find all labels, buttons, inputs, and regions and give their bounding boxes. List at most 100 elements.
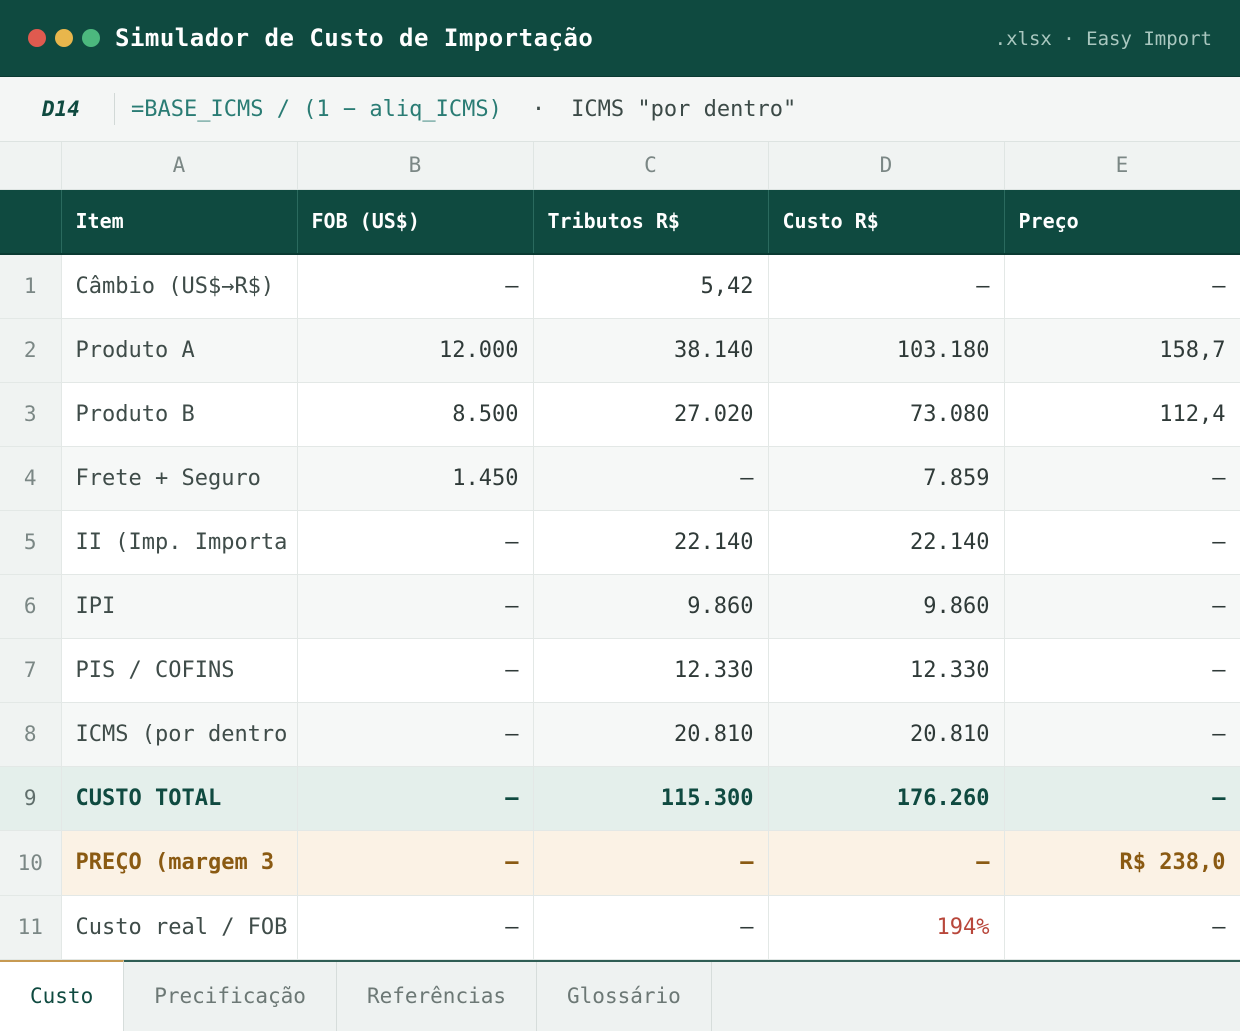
cell[interactable]: PREÇO (margem 3 xyxy=(61,830,298,896)
window-controls xyxy=(28,29,100,47)
cell[interactable]: 9.860 xyxy=(768,574,1005,639)
row-number[interactable]: 6 xyxy=(0,574,62,639)
row-number[interactable]: 1 xyxy=(0,254,62,319)
cell[interactable]: — xyxy=(1004,895,1240,960)
cell[interactable]: — xyxy=(297,638,534,703)
formula-bar: D14 =BASE_ICMS / (1 − aliq_ICMS) · ICMS … xyxy=(0,77,1240,142)
cell[interactable]: Custo real / FOB xyxy=(61,895,298,960)
close-window-button[interactable] xyxy=(28,29,46,47)
cell[interactable]: 112,4 xyxy=(1004,382,1240,447)
cell[interactable]: 27.020 xyxy=(533,382,769,447)
cell[interactable]: 22.140 xyxy=(533,510,769,575)
cell[interactable]: 7.859 xyxy=(768,446,1005,511)
column-header-c[interactable]: C xyxy=(533,142,769,190)
cell[interactable]: 8.500 xyxy=(297,382,534,447)
cell[interactable]: — xyxy=(768,830,1005,896)
cell[interactable]: — xyxy=(297,510,534,575)
cell[interactable]: 115.300 xyxy=(533,766,769,831)
cell[interactable]: 103.180 xyxy=(768,318,1005,383)
column-header-b[interactable]: B xyxy=(297,142,534,190)
cell[interactable]: 20.810 xyxy=(768,702,1005,767)
cell[interactable]: Produto B xyxy=(61,382,298,447)
cell[interactable]: — xyxy=(533,895,769,960)
cell[interactable]: CUSTO TOTAL xyxy=(61,766,298,831)
formula-note: ICMS "por dentro" xyxy=(571,96,797,122)
cell[interactable]: — xyxy=(533,830,769,896)
cell[interactable]: 1.450 xyxy=(297,446,534,511)
row-number[interactable]: 10 xyxy=(0,830,62,896)
cell[interactable]: II (Imp. Importa xyxy=(61,510,298,575)
cell[interactable]: — xyxy=(1004,638,1240,703)
cell[interactable]: Frete + Seguro xyxy=(61,446,298,511)
cell[interactable]: — xyxy=(533,446,769,511)
cell[interactable]: — xyxy=(1004,510,1240,575)
cell[interactable]: PIS / COFINS xyxy=(61,638,298,703)
maximize-window-button[interactable] xyxy=(82,29,100,47)
header-custo[interactable]: Custo R$ xyxy=(768,189,1005,255)
app-title: Simulador de Custo de Importação xyxy=(115,24,594,52)
row-number[interactable]: 8 xyxy=(0,702,62,767)
cell[interactable]: — xyxy=(297,574,534,639)
cell[interactable]: Produto A xyxy=(61,318,298,383)
cell[interactable]: 38.140 xyxy=(533,318,769,383)
tab-glossario[interactable]: Glossário xyxy=(537,962,712,1031)
cell[interactable]: — xyxy=(1004,766,1240,831)
row-number[interactable]: 4 xyxy=(0,446,62,511)
cell[interactable]: — xyxy=(1004,254,1240,319)
header-tributos[interactable]: Tributos R$ xyxy=(533,189,769,255)
formula-text[interactable]: =BASE_ICMS / (1 − aliq_ICMS) xyxy=(131,97,502,122)
column-header-e[interactable]: E xyxy=(1004,142,1240,190)
cell[interactable]: ICMS (por dentro xyxy=(61,702,298,767)
window-titlebar: Simulador de Custo de Importação .xlsx ·… xyxy=(0,0,1240,77)
cell[interactable]: 5,42 xyxy=(533,254,769,319)
row-number[interactable]: 11 xyxy=(0,895,62,960)
cell[interactable]: 176.260 xyxy=(768,766,1005,831)
cell[interactable]: Câmbio (US$→R$) xyxy=(61,254,298,319)
row-number-header[interactable] xyxy=(0,189,62,255)
row-number[interactable]: 5 xyxy=(0,510,62,575)
header-preco[interactable]: Preço xyxy=(1004,189,1240,255)
cell[interactable]: — xyxy=(768,254,1005,319)
cell[interactable]: 12.000 xyxy=(297,318,534,383)
spreadsheet-grid: A B C D E Item FOB (US$) Tributos R$ Cus… xyxy=(0,142,1240,960)
select-all-corner[interactable] xyxy=(0,142,62,190)
table-row: 4 Frete + Seguro 1.450 — 7.859 — xyxy=(0,446,1240,511)
header-item[interactable]: Item xyxy=(61,189,298,255)
row-number[interactable]: 2 xyxy=(0,318,62,383)
cell[interactable]: — xyxy=(1004,574,1240,639)
cell[interactable]: IPI xyxy=(61,574,298,639)
cell[interactable]: — xyxy=(1004,446,1240,511)
row-number[interactable]: 3 xyxy=(0,382,62,447)
row-number[interactable]: 9 xyxy=(0,766,62,831)
tab-referencias[interactable]: Referências xyxy=(337,962,538,1031)
table-row: 2 Produto A 12.000 38.140 103.180 158,7 xyxy=(0,318,1240,383)
cell[interactable]: — xyxy=(297,254,534,319)
cell[interactable]: — xyxy=(1004,702,1240,767)
cell[interactable]: 22.140 xyxy=(768,510,1005,575)
cell[interactable]: — xyxy=(297,830,534,896)
cell[interactable]: 158,7 xyxy=(1004,318,1240,383)
table-row: 7 PIS / COFINS — 12.330 12.330 — xyxy=(0,638,1240,703)
cell[interactable]: 9.860 xyxy=(533,574,769,639)
header-fob[interactable]: FOB (US$) xyxy=(297,189,534,255)
cell[interactable]: R$ 238,0 xyxy=(1004,830,1240,896)
row-number[interactable]: 7 xyxy=(0,638,62,703)
column-letters-row: A B C D E xyxy=(0,142,1240,190)
price-row: 10 PREÇO (margem 3 — — — R$ 238,0 xyxy=(0,830,1240,896)
cell[interactable]: 194% xyxy=(768,895,1005,960)
cell[interactable]: 12.330 xyxy=(768,638,1005,703)
tab-custo[interactable]: Custo xyxy=(0,960,125,1031)
cell[interactable]: — xyxy=(297,895,534,960)
minimize-window-button[interactable] xyxy=(55,29,73,47)
table-header-row: Item FOB (US$) Tributos R$ Custo R$ Preç… xyxy=(0,189,1240,255)
column-header-d[interactable]: D xyxy=(768,142,1005,190)
table-row: 11 Custo real / FOB — — 194% — xyxy=(0,895,1240,960)
column-header-a[interactable]: A xyxy=(61,142,298,190)
cell[interactable]: 73.080 xyxy=(768,382,1005,447)
cell[interactable]: — xyxy=(297,702,534,767)
cell[interactable]: 20.810 xyxy=(533,702,769,767)
cell[interactable]: 12.330 xyxy=(533,638,769,703)
cell-reference[interactable]: D14 xyxy=(0,93,115,125)
tab-precificacao[interactable]: Precificação xyxy=(124,962,337,1031)
cell[interactable]: — xyxy=(297,766,534,831)
